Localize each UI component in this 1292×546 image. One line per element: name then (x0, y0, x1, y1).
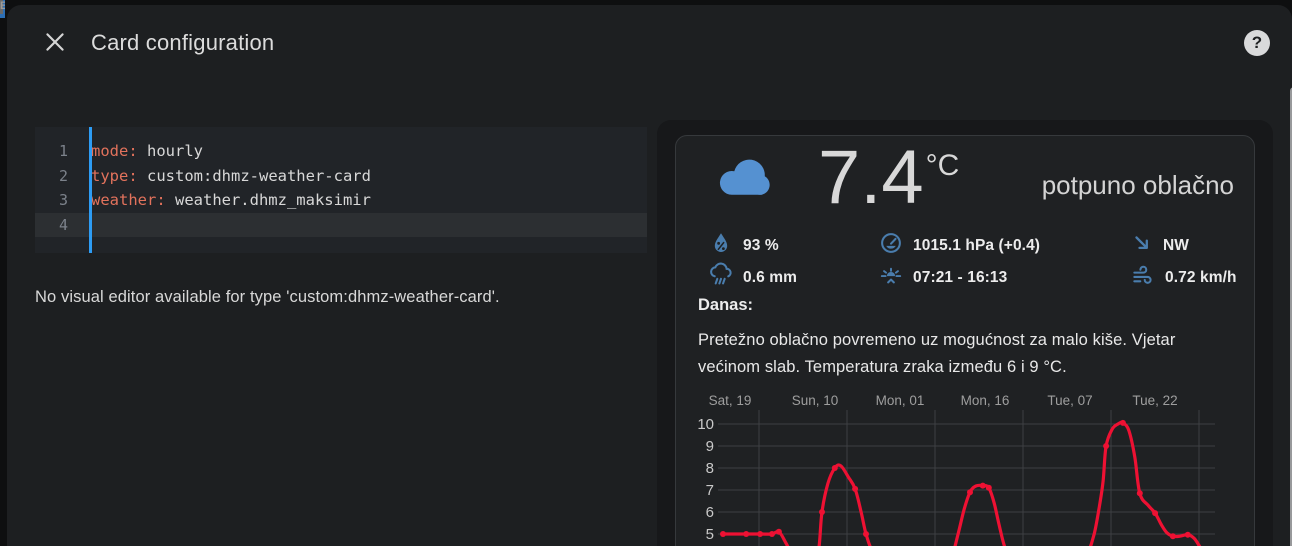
close-button[interactable] (41, 29, 69, 57)
svg-text:Tue, 07: Tue, 07 (1047, 393, 1092, 408)
humidity-icon (708, 230, 734, 261)
stat-value: 07:21 - 16:13 (913, 268, 1008, 286)
weather-stats-grid: 93 % 1015.1 hPa (+0.4) NW 0.6 mm 07:21 - 16:… (708, 230, 1238, 293)
svg-text:9: 9 (706, 438, 714, 455)
forecast-heading: Danas: (698, 296, 754, 314)
weather-stat: 0.72 km/h (1130, 262, 1238, 293)
code-line: 4 (35, 212, 647, 237)
stat-value: 0.6 mm (743, 268, 798, 286)
line-number: 3 (58, 191, 68, 209)
card-preview-container: 7.4 °C potpuno oblačno 93 % 1015.1 hPa (+… (657, 120, 1273, 546)
close-icon (42, 33, 68, 58)
current-temperature: 7.4 °C (818, 138, 959, 218)
svg-text:Mon, 16: Mon, 16 (961, 393, 1010, 408)
help-icon: ? (1251, 33, 1263, 52)
code-line: 2 type: custom:dhmz-weather-card (35, 164, 647, 189)
editor-caret (89, 127, 92, 253)
no-visual-editor-message: No visual editor available for type 'cus… (35, 288, 500, 306)
forecast-text: Pretežno oblačno povremeno uz mogućnost … (698, 331, 1176, 376)
weather-stat: 0.6 mm (708, 262, 878, 293)
svg-text:6: 6 (706, 504, 714, 521)
svg-text:Sat, 19: Sat, 19 (709, 393, 752, 408)
stat-value: 0.72 km/h (1165, 268, 1237, 286)
weather-card-preview: 7.4 °C potpuno oblačno 93 % 1015.1 hPa (+… (675, 135, 1255, 546)
temperature-forecast-chart: 10987654Sat, 19Sun, 10Mon, 01Mon, 16Tue,… (697, 393, 1215, 546)
svg-text:8: 8 (706, 460, 714, 477)
help-button[interactable]: ? (1244, 30, 1270, 56)
wind-direction-icon (1130, 231, 1154, 260)
code-line: 1 mode: hourly (35, 139, 647, 164)
code-line: 3 weather: weather.dhmz_maksimir (35, 188, 647, 213)
weather-stat: 93 % (708, 230, 878, 261)
svg-text:Tue, 22: Tue, 22 (1132, 393, 1177, 408)
svg-text:5: 5 (706, 526, 714, 543)
weather-stat: 07:21 - 16:13 (878, 262, 1130, 293)
sun-times-icon (878, 262, 904, 293)
line-number: 2 (58, 166, 68, 185)
svg-text:10: 10 (697, 416, 714, 433)
weather-stat: NW (1130, 230, 1238, 261)
line-number: 4 (58, 215, 68, 234)
temperature-unit: °C (925, 149, 960, 182)
svg-text:Mon, 01: Mon, 01 (876, 393, 925, 408)
stat-value: NW (1163, 236, 1190, 254)
card-configuration-dialog: Card configuration ? 1 mode: hourly 2 type:… (7, 5, 1292, 546)
stat-value: 1015.1 hPa (+0.4) (913, 236, 1041, 254)
cloudy-icon (710, 152, 772, 209)
yaml-code-editor[interactable]: 1 mode: hourly 2 type: custom:dhmz-weather-… (35, 127, 647, 253)
precipitation-icon (708, 262, 734, 293)
weather-stat: 1015.1 hPa (+0.4) (878, 230, 1130, 261)
pressure-gauge-icon (878, 230, 904, 261)
temperature-value: 7.4 (818, 135, 924, 220)
svg-text:7: 7 (706, 482, 714, 499)
dialog-title: Card configuration (91, 30, 275, 55)
stat-value: 93 % (743, 236, 779, 254)
background-ui-fragment: E (0, 0, 5, 12)
condition-text: potpuno oblačno (1041, 170, 1234, 200)
line-number: 1 (58, 142, 68, 160)
wind-speed-icon (1130, 262, 1156, 293)
svg-text:Sun, 10: Sun, 10 (792, 393, 839, 408)
